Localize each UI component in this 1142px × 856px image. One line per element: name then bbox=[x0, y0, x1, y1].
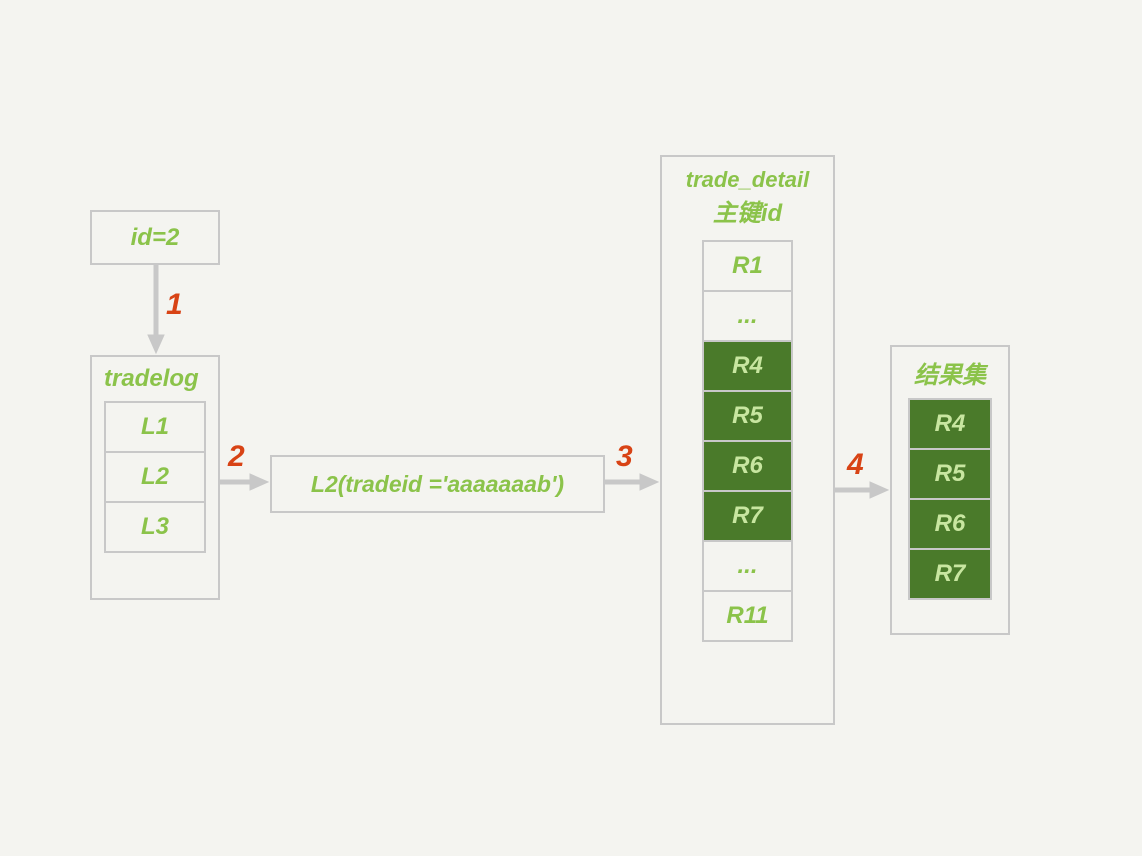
result-row: R7 bbox=[908, 548, 992, 600]
trade-detail-row: R5 bbox=[702, 390, 793, 442]
tradelog-box: tradelog L1 L2 L3 bbox=[90, 355, 220, 600]
lookup-box: L2(tradeid ='aaaaaaab') bbox=[270, 455, 605, 513]
result-rows: R4 R5 R6 R7 bbox=[902, 398, 998, 600]
step-3: 3 bbox=[616, 440, 633, 474]
tradelog-row: L1 bbox=[104, 401, 206, 453]
trade-detail-row: R6 bbox=[702, 440, 793, 492]
trade-detail-row: R1 bbox=[702, 240, 793, 292]
trade-detail-title2: 主键id bbox=[676, 193, 819, 228]
trade-detail-row: R4 bbox=[702, 340, 793, 392]
result-box: 结果集 R4 R5 R6 R7 bbox=[890, 345, 1010, 635]
trade-detail-row: ... bbox=[702, 540, 793, 592]
result-title: 结果集 bbox=[902, 355, 998, 390]
result-row: R5 bbox=[908, 448, 992, 500]
tradelog-row: L2 bbox=[104, 451, 206, 503]
step-1: 1 bbox=[166, 288, 183, 322]
step-2: 2 bbox=[228, 440, 245, 474]
result-row: R6 bbox=[908, 498, 992, 550]
trade-detail-box: trade_detail 主键id R1 ... R4 R5 R6 R7 ...… bbox=[660, 155, 835, 725]
lookup-label: L2(tradeid ='aaaaaaab') bbox=[311, 471, 564, 498]
arrow-3 bbox=[605, 472, 660, 492]
arrow-1 bbox=[146, 265, 166, 355]
tradelog-row: L3 bbox=[104, 501, 206, 553]
trade-detail-title1: trade_detail bbox=[676, 167, 819, 193]
trade-detail-rows: R1 ... R4 R5 R6 R7 ... R11 bbox=[676, 240, 819, 642]
arrow-2 bbox=[220, 472, 270, 492]
trade-detail-row: R11 bbox=[702, 590, 793, 642]
step-4: 4 bbox=[847, 448, 864, 482]
trade-detail-row: ... bbox=[702, 290, 793, 342]
result-row: R4 bbox=[908, 398, 992, 450]
trade-detail-row: R7 bbox=[702, 490, 793, 542]
id-box-label: id=2 bbox=[131, 224, 180, 252]
arrow-4 bbox=[835, 480, 890, 500]
tradelog-title: tradelog bbox=[104, 365, 206, 393]
id-box: id=2 bbox=[90, 210, 220, 265]
tradelog-rows: L1 L2 L3 bbox=[104, 401, 206, 553]
